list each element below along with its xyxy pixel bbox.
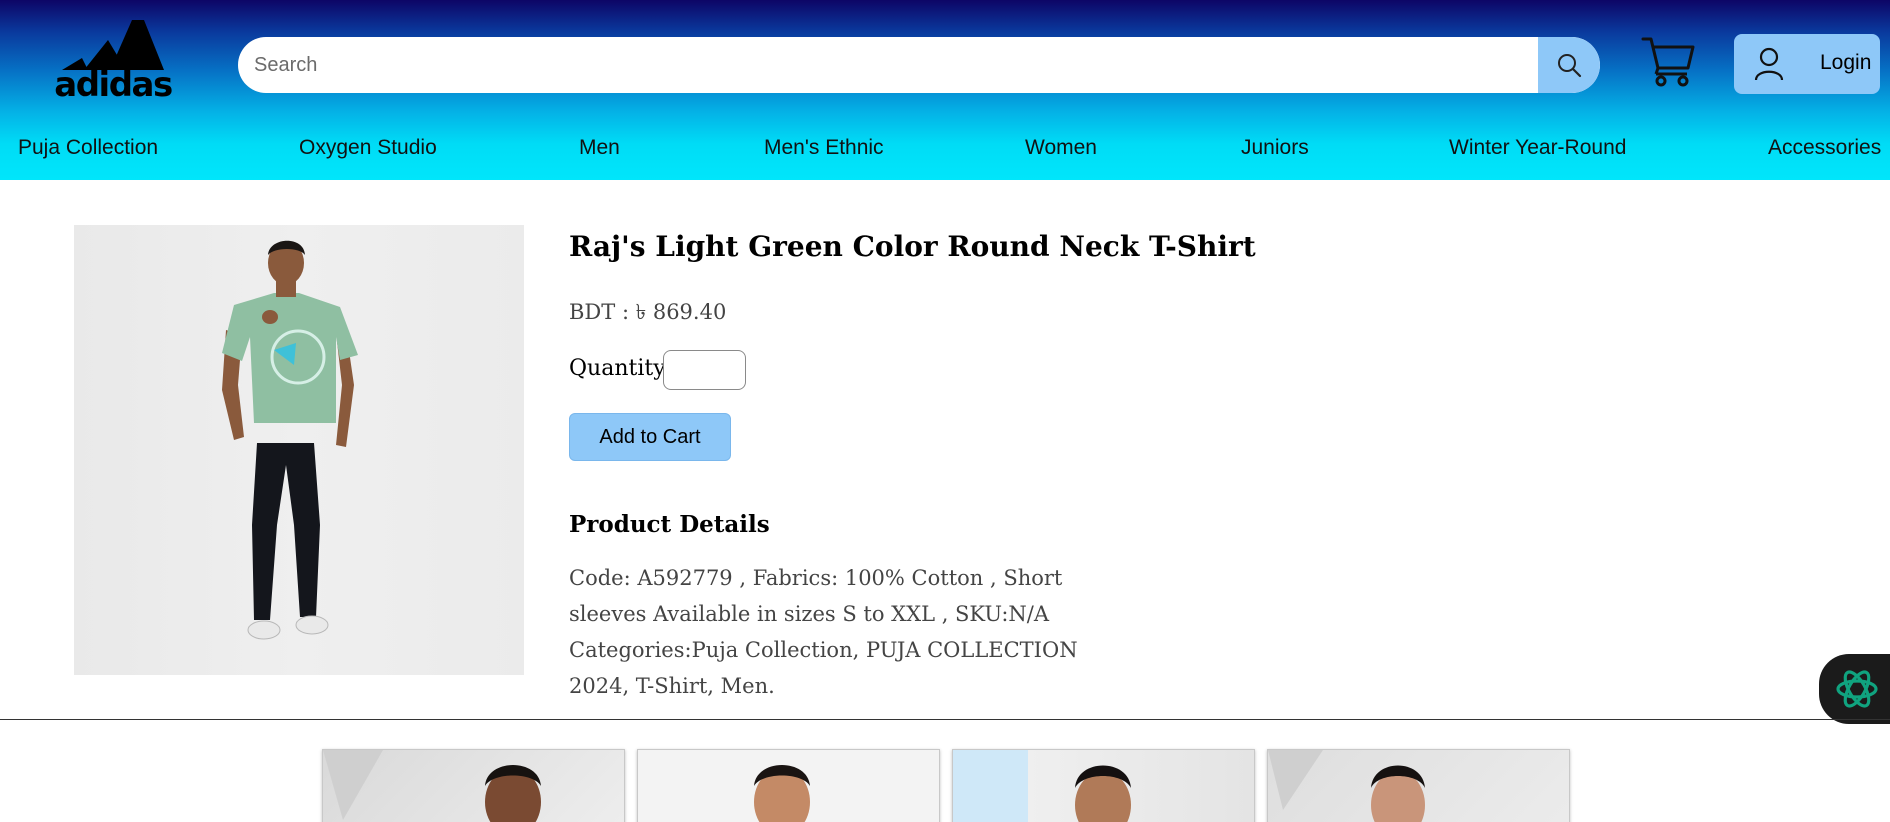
chat-widget-button[interactable]: [1819, 654, 1890, 724]
adidas-logo[interactable]: adidas: [52, 18, 174, 104]
product-price: BDT : ৳ 869.40: [569, 300, 727, 324]
nav-item-oxygen-studio[interactable]: Oxygen Studio: [299, 136, 437, 160]
product-title: Raj's Light Green Color Round Neck T-Shi…: [569, 230, 1256, 263]
search-input[interactable]: [238, 37, 1538, 93]
related-product-image: [754, 765, 810, 822]
product-image: [74, 225, 524, 675]
search-icon: [1558, 54, 1582, 78]
user-icon: [1754, 47, 1784, 81]
model-photo: [222, 240, 358, 640]
nav-item-winter-year-round[interactable]: Winter Year-Round: [1449, 136, 1626, 160]
openai-chat-icon: [1836, 670, 1878, 708]
section-divider: [0, 719, 1890, 720]
site-header: adidas Login Puja Collection Oxygen Stud…: [0, 0, 1890, 180]
related-product-card[interactable]: [952, 749, 1255, 822]
login-button[interactable]: Login: [1734, 34, 1880, 94]
nav-item-puja-collection[interactable]: Puja Collection: [18, 136, 158, 160]
quantity-input[interactable]: [663, 350, 746, 390]
search-bar: [238, 37, 1600, 93]
related-product-card[interactable]: [322, 749, 625, 822]
logo-wordmark: adidas: [54, 65, 173, 105]
cart-button[interactable]: [1640, 34, 1696, 88]
login-label: Login: [1820, 51, 1872, 74]
related-product-card[interactable]: [1267, 749, 1570, 822]
related-product-image: [323, 750, 541, 822]
nav-item-men[interactable]: Men: [579, 136, 620, 160]
nav-item-women[interactable]: Women: [1025, 136, 1097, 160]
product-details-heading: Product Details: [569, 511, 770, 538]
related-product-image: [1075, 765, 1131, 822]
nav-item-accessories[interactable]: Accessories: [1768, 136, 1881, 160]
related-product-card[interactable]: [637, 749, 940, 822]
nav-item-mens-ethnic[interactable]: Men's Ethnic: [764, 136, 884, 160]
search-button[interactable]: [1538, 37, 1600, 93]
related-products: [322, 749, 1572, 822]
add-to-cart-button[interactable]: Add to Cart: [569, 413, 731, 461]
nav-item-juniors[interactable]: Juniors: [1241, 136, 1309, 160]
related-product-image: [1268, 750, 1425, 822]
product-details-text: Code: A592779 , Fabrics: 100% Cotton , S…: [569, 566, 1078, 698]
cart-icon: [1641, 37, 1695, 87]
quantity-label: Quantity: [569, 356, 666, 381]
category-nav: Puja Collection Oxygen Studio Men Men's …: [0, 136, 1890, 168]
